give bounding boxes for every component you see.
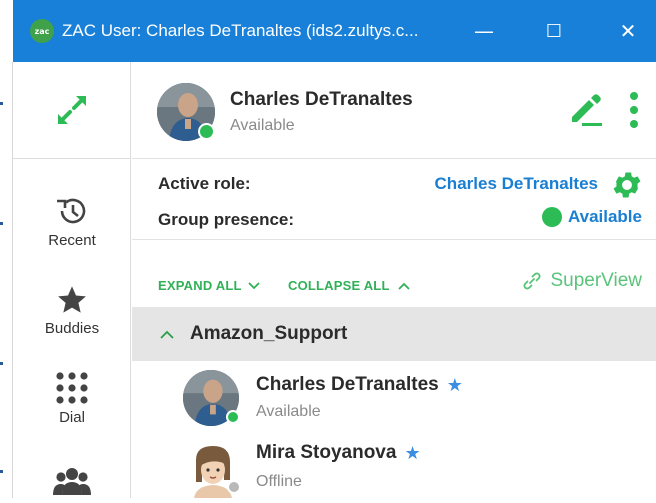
member-status: Available xyxy=(256,403,321,420)
presence-dot xyxy=(227,480,241,494)
group-presence-label: Group presence: xyxy=(158,210,295,229)
favorite-star-icon[interactable]: ★ xyxy=(404,443,420,464)
kebab-menu-icon[interactable] xyxy=(628,91,640,129)
main-panel: Charles DeTranaltes Available Active rol… xyxy=(132,62,656,498)
group-people-icon xyxy=(53,468,91,495)
member-name: Mira Stoyanova ★ xyxy=(256,442,421,464)
nav-recent[interactable]: Recent xyxy=(13,194,131,249)
expand-view-button[interactable] xyxy=(13,62,131,159)
list-item[interactable]: Charles DeTranaltes ★ Available xyxy=(132,362,656,432)
collapse-all-button[interactable]: COLLAPSE ALL xyxy=(288,278,410,293)
group-name: Amazon_Support xyxy=(190,323,348,344)
gear-icon[interactable] xyxy=(610,168,644,202)
active-role-label: Active role: xyxy=(158,174,251,193)
expand-arrows-icon xyxy=(58,96,86,124)
nav-recent-label: Recent xyxy=(48,232,96,249)
group-presence-text: Available xyxy=(567,207,642,226)
favorite-star-icon[interactable]: ★ xyxy=(447,375,463,396)
sidebar: Recent Buddies Dial xyxy=(13,62,131,498)
profile-name: Charles DeTranaltes xyxy=(230,89,413,110)
window-title: ZAC User: Charles DeTranaltes (ids2.zult… xyxy=(62,21,419,40)
expand-all-label: EXPAND ALL xyxy=(158,278,242,293)
profile-status: Available xyxy=(230,117,295,134)
zac-logo-icon: zac xyxy=(30,19,54,43)
nav-dial[interactable]: Dial xyxy=(13,371,131,426)
member-name-text: Charles DeTranaltes xyxy=(256,374,439,395)
maximize-button[interactable]: ☐ xyxy=(526,0,582,62)
nav-dial-label: Dial xyxy=(59,409,85,426)
member-name-text: Mira Stoyanova xyxy=(256,442,397,463)
dialpad-icon xyxy=(56,372,88,404)
profile-header: Charles DeTranaltes Available xyxy=(132,62,656,159)
chevron-down-icon xyxy=(247,281,260,289)
desktop-edge xyxy=(0,62,13,498)
member-name: Charles DeTranaltes ★ xyxy=(256,374,463,396)
link-icon xyxy=(523,272,541,290)
member-status: Offline xyxy=(256,473,302,490)
collapse-all-label: COLLAPSE ALL xyxy=(288,278,390,293)
nav-buddies[interactable]: Buddies xyxy=(13,284,131,337)
group-header[interactable]: Amazon_Support xyxy=(132,307,656,361)
title-bar: zac ZAC User: Charles DeTranaltes (ids2.… xyxy=(13,0,656,62)
zac-window: zac ZAC User: Charles DeTranaltes (ids2.… xyxy=(0,0,656,498)
chevron-up-icon xyxy=(397,282,410,290)
expand-all-button[interactable]: EXPAND ALL xyxy=(158,278,260,293)
chevron-up-icon xyxy=(160,330,174,339)
history-clock-icon xyxy=(57,198,86,224)
star-icon xyxy=(58,286,86,313)
presence-dot xyxy=(541,207,562,227)
active-role-value[interactable]: Charles DeTranaltes xyxy=(435,174,598,194)
superview-label: SuperView xyxy=(550,270,642,291)
close-button[interactable]: ✕ xyxy=(600,0,656,62)
pencil-icon[interactable] xyxy=(566,93,604,127)
nav-groups[interactable] xyxy=(13,467,131,495)
minimize-button[interactable]: — xyxy=(456,0,512,62)
superview-button[interactable]: SuperView xyxy=(522,270,642,292)
presence-dot xyxy=(198,123,215,140)
presence-dot xyxy=(226,410,240,424)
group-presence-value[interactable]: Available xyxy=(541,207,642,227)
role-section: Active role: Charles DeTranaltes Group p… xyxy=(132,160,656,240)
nav-buddies-label: Buddies xyxy=(44,320,100,337)
list-item[interactable]: Mira Stoyanova ★ Offline xyxy=(132,434,656,498)
